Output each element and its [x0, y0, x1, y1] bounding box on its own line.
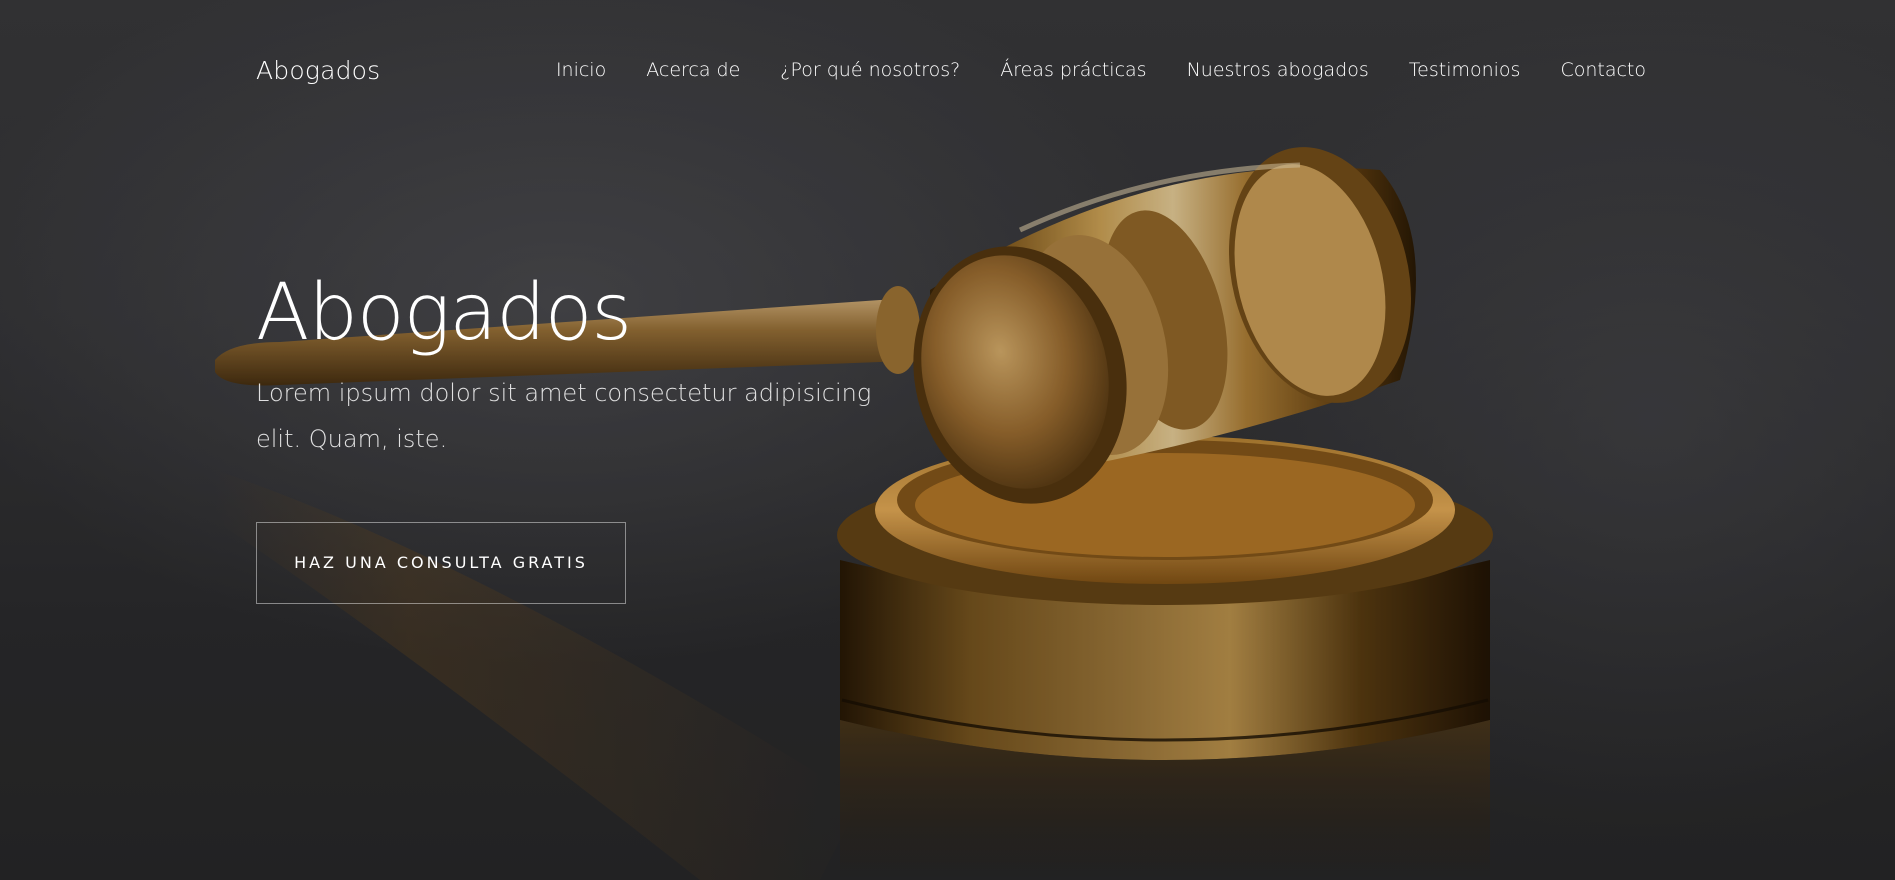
nav-item-contacto: Contacto — [1560, 59, 1646, 81]
top-navigation: Abogados Inicio Acerca de ¿Por qué nosot… — [256, 50, 1646, 90]
nav-link-areas[interactable]: Áreas prácticas — [1000, 59, 1146, 81]
nav-item-testimonios: Testimonios — [1409, 59, 1521, 81]
nav-item-acerca: Acerca de — [646, 59, 740, 81]
nav-link-testimonios[interactable]: Testimonios — [1409, 59, 1521, 81]
hero-section: Abogados Inicio Acerca de ¿Por qué nosot… — [0, 0, 1895, 880]
nav-menu: Inicio Acerca de ¿Por qué nosotros? Área… — [516, 59, 1646, 81]
nav-link-abogados[interactable]: Nuestros abogados — [1187, 59, 1369, 81]
nav-item-por-que: ¿Por qué nosotros? — [780, 59, 960, 81]
nav-link-por-que[interactable]: ¿Por qué nosotros? — [780, 59, 960, 81]
hero-subtitle: Lorem ipsum dolor sit amet consectetur a… — [256, 379, 872, 453]
brand-logo[interactable]: Abogados — [256, 56, 380, 85]
hero-content: Abogados Lorem ipsum dolor sit amet cons… — [256, 268, 956, 604]
nav-item-abogados: Nuestros abogados — [1187, 59, 1369, 81]
nav-item-inicio: Inicio — [556, 59, 606, 81]
nav-link-contacto[interactable]: Contacto — [1560, 59, 1646, 81]
hero-title: Abogados — [256, 268, 632, 358]
nav-link-inicio[interactable]: Inicio — [556, 59, 606, 81]
nav-item-areas: Áreas prácticas — [1000, 59, 1146, 81]
free-consultation-button[interactable]: HAZ UNA CONSULTA GRATIS — [256, 522, 626, 604]
nav-link-acerca[interactable]: Acerca de — [646, 59, 740, 81]
